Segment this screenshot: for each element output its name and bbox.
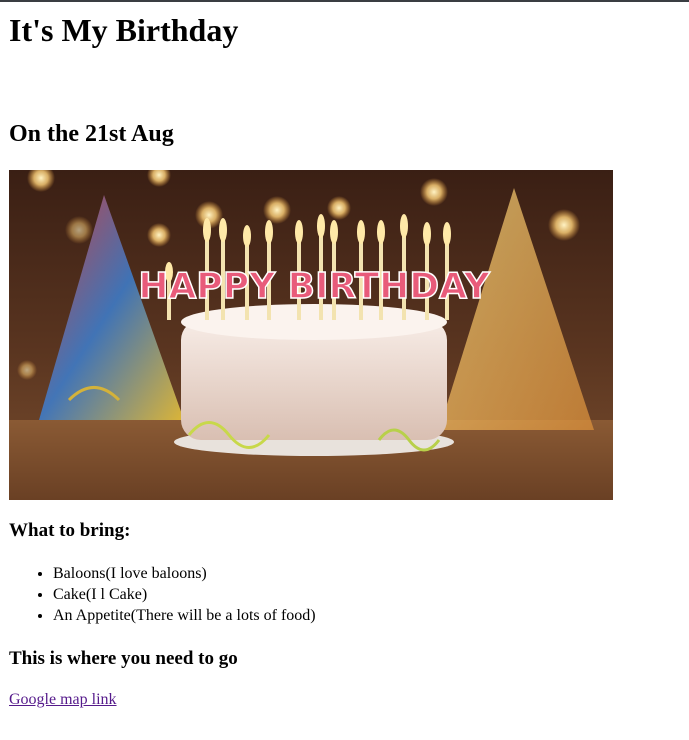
date-heading: On the 21st Aug	[9, 121, 174, 147]
page-content: It's My Birthday On the 21st Aug HAPPY B…	[0, 2, 689, 709]
location-heading: This is where you need to go	[9, 648, 238, 669]
list-item: An Appetite(There will be a lots of food…	[53, 605, 689, 626]
list-item: Cake(I l Cake)	[53, 584, 689, 605]
google-map-link[interactable]: Google map link	[9, 690, 117, 709]
list-item: Baloons(I love baloons)	[53, 563, 689, 584]
birthday-cake-photo: HAPPY BIRTHDAY	[9, 170, 613, 500]
what-to-bring-heading: What to bring:	[9, 520, 131, 541]
bring-list: Baloons(I love baloons) Cake(I l Cake) A…	[9, 563, 689, 626]
page-title: It's My Birthday	[9, 12, 239, 48]
cake-banner-text: HAPPY BIRTHDAY	[138, 266, 490, 307]
